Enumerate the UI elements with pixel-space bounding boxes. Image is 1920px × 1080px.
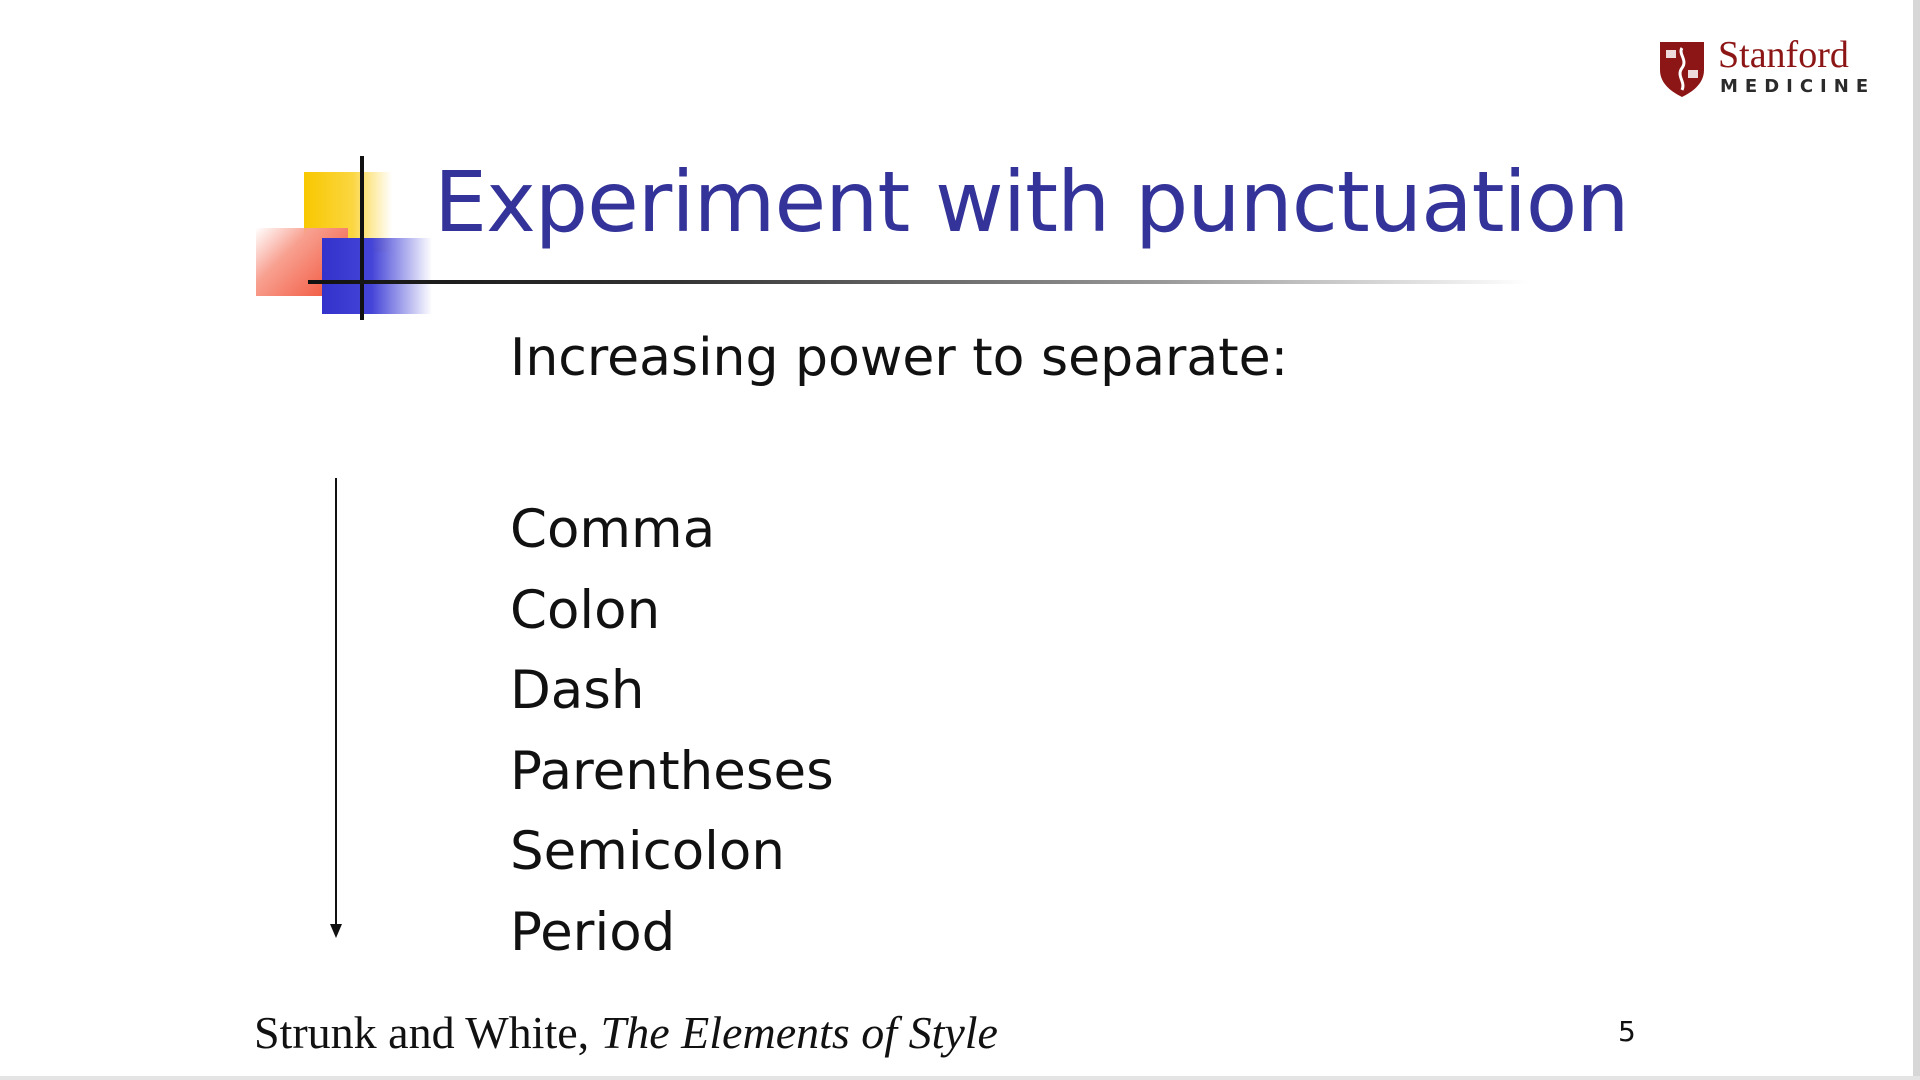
slide: Stanford MEDICINE Experiment with punctu… xyxy=(0,0,1920,1080)
frame-edge-bottom xyxy=(0,1076,1920,1080)
down-arrow-icon xyxy=(330,478,342,938)
title-underline-rule xyxy=(308,280,1528,284)
list-item: Comma xyxy=(510,499,716,560)
decoration-vertical-line xyxy=(360,156,364,320)
title-decoration xyxy=(256,150,456,325)
decoration-blue-square xyxy=(322,238,432,314)
citation: Strunk and White, The Elements of Style xyxy=(254,1010,998,1056)
citation-authors: Strunk and White, xyxy=(254,1007,601,1058)
list-item: Dash xyxy=(510,660,645,721)
stanford-shield-icon xyxy=(1660,42,1704,97)
logo-subtitle: MEDICINE xyxy=(1720,76,1876,97)
logo-wordmark: Stanford xyxy=(1718,34,1849,76)
page-number: 5 xyxy=(1618,1015,1636,1048)
list-item: Period xyxy=(510,901,676,963)
slide-title: Experiment with punctuation xyxy=(434,153,1629,251)
frame-edge-right xyxy=(1913,0,1920,1080)
citation-book-title: The Elements of Style xyxy=(600,1007,998,1058)
stanford-medicine-logo: Stanford MEDICINE xyxy=(1658,36,1868,100)
list-item: Colon xyxy=(510,579,661,641)
punctuation-list: Comma Colon Dash Parentheses Semicolon P… xyxy=(510,490,834,973)
slide-subtitle: Increasing power to separate: xyxy=(510,328,1289,388)
list-item: Semicolon xyxy=(510,821,785,882)
list-item: Parentheses xyxy=(510,740,834,802)
